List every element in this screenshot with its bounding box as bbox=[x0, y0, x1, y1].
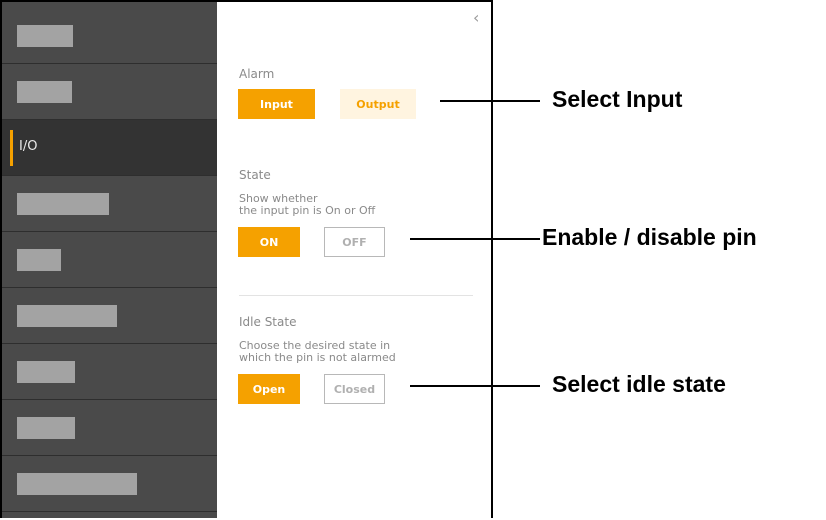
state-title: State bbox=[239, 168, 271, 182]
callout-line-select-input bbox=[440, 100, 540, 102]
alarm-output-button[interactable]: Output bbox=[340, 89, 416, 119]
sidebar-item-redacted-label bbox=[17, 305, 117, 327]
sidebar-item-io[interactable]: I/O bbox=[2, 120, 217, 176]
callout-enable-disable: Enable / disable pin bbox=[542, 224, 757, 250]
sidebar: I/O bbox=[2, 2, 217, 518]
sidebar-item-8[interactable] bbox=[2, 400, 217, 456]
alarm-input-button[interactable]: Input bbox=[238, 89, 315, 119]
state-off-button[interactable]: OFF bbox=[324, 227, 385, 257]
state-on-button[interactable]: ON bbox=[238, 227, 300, 257]
chevron-left-icon[interactable]: ‹ bbox=[473, 10, 479, 26]
sidebar-item-9[interactable] bbox=[2, 456, 217, 512]
sidebar-item-7[interactable] bbox=[2, 344, 217, 400]
alarm-title: Alarm bbox=[239, 67, 275, 81]
sidebar-item-redacted-label bbox=[17, 25, 73, 47]
sidebar-item-2[interactable] bbox=[2, 64, 217, 120]
device-settings-window: I/O ‹ Alarm Input Output State Show whet… bbox=[0, 0, 493, 518]
sidebar-item-1[interactable] bbox=[2, 8, 217, 64]
callout-select-idle: Select idle state bbox=[552, 371, 726, 397]
io-settings-panel: ‹ Alarm Input Output State Show whether … bbox=[217, 2, 491, 518]
active-indicator bbox=[10, 130, 13, 166]
callout-line-select-idle bbox=[410, 385, 540, 387]
sidebar-item-4[interactable] bbox=[2, 176, 217, 232]
sidebar-item-redacted-label bbox=[17, 193, 109, 215]
idle-closed-button[interactable]: Closed bbox=[324, 374, 385, 404]
sidebar-item-redacted-label bbox=[17, 361, 75, 383]
idle-state-description-line2: which the pin is not alarmed bbox=[239, 351, 396, 364]
sidebar-item-5[interactable] bbox=[2, 232, 217, 288]
state-description-line2: the input pin is On or Off bbox=[239, 204, 376, 217]
idle-state-title: Idle State bbox=[239, 315, 297, 329]
callout-select-input: Select Input bbox=[552, 86, 683, 112]
sidebar-item-redacted-label bbox=[17, 417, 75, 439]
section-divider bbox=[239, 295, 473, 296]
idle-open-button[interactable]: Open bbox=[238, 374, 300, 404]
sidebar-item-redacted-label bbox=[17, 81, 72, 103]
sidebar-item-redacted-label bbox=[17, 473, 137, 495]
sidebar-item-label: I/O bbox=[19, 139, 38, 154]
callout-line-enable-disable bbox=[410, 238, 540, 240]
sidebar-item-redacted-label bbox=[17, 249, 61, 271]
sidebar-item-6[interactable] bbox=[2, 288, 217, 344]
